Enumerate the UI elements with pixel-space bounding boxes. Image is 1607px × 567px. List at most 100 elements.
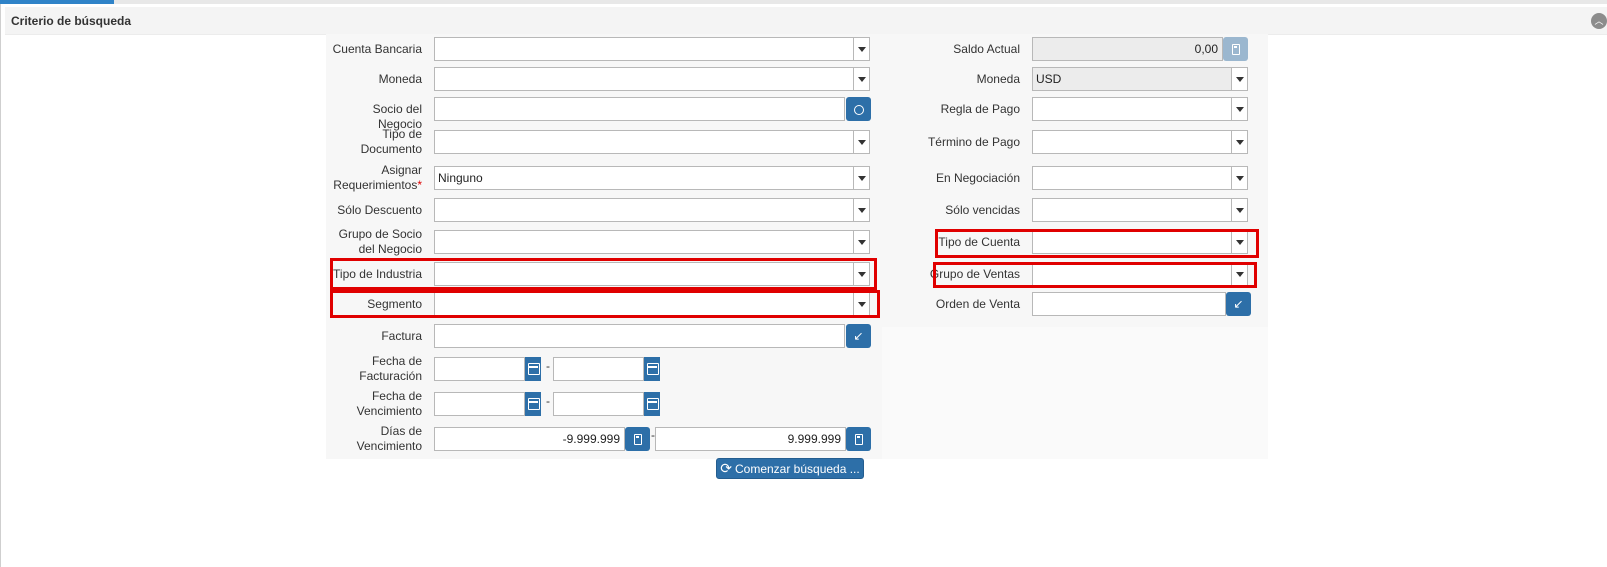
- tipo-cuenta-dropdown[interactable]: [1231, 230, 1248, 254]
- factura-lookup-button[interactable]: ↙: [846, 324, 871, 348]
- regla-pago-label: Regla de Pago: [940, 102, 1020, 116]
- segmento-label: Segmento: [367, 297, 422, 311]
- required-marker: *: [417, 178, 422, 192]
- solo-vencidas-dropdown[interactable]: [1231, 198, 1248, 222]
- form-right-empty-area: [882, 327, 1268, 459]
- fecha-facturacion-label-line1: Fecha de: [371, 354, 422, 368]
- panel-title: Criterio de búsqueda: [11, 14, 132, 28]
- asignar-requerimientos-label-line2: Requerimientos: [333, 178, 418, 192]
- grupo-ventas-label: Grupo de Ventas: [929, 267, 1020, 281]
- chevron-up-icon[interactable]: ︿: [1591, 13, 1607, 29]
- orden-venta-label: Orden de Venta: [935, 297, 1020, 311]
- dias-vencimiento-from-field[interactable]: -9.999.999: [434, 427, 625, 451]
- solo-vencidas-field[interactable]: [1032, 198, 1232, 222]
- refresh-icon: ⟳: [720, 460, 732, 476]
- tipo-documento-field[interactable]: [434, 130, 854, 154]
- termino-pago-label: Término de Pago: [927, 135, 1020, 149]
- calendar-icon[interactable]: [525, 357, 541, 381]
- calculator-icon: [633, 434, 642, 446]
- calculator-icon: [854, 434, 863, 446]
- termino-pago-field[interactable]: [1032, 130, 1232, 154]
- cuenta-bancaria-field[interactable]: [434, 37, 854, 61]
- asignar-requerimientos-label: Asignar Requerimientos*: [326, 163, 422, 193]
- tipo-industria-label: Tipo de Industria: [333, 267, 422, 281]
- start-search-button[interactable]: ⟳ Comenzar búsqueda ...: [716, 458, 864, 479]
- moneda-dropdown[interactable]: [853, 67, 870, 91]
- tipo-documento-label-line2: Documento: [360, 142, 422, 156]
- calendar-icon[interactable]: [644, 357, 660, 381]
- moneda-right-field[interactable]: USD: [1032, 67, 1232, 91]
- fecha-vencimiento-from-field[interactable]: [434, 392, 525, 416]
- asignar-requerimientos-field[interactable]: Ninguno: [434, 166, 854, 190]
- dias-vencimiento-to-calculator-button[interactable]: [846, 427, 871, 451]
- moneda-field[interactable]: [434, 67, 854, 91]
- solo-descuento-field[interactable]: [434, 198, 854, 222]
- termino-pago-dropdown[interactable]: [1231, 130, 1248, 154]
- search-criteria-header: Criterio de búsqueda ︿: [5, 7, 1607, 35]
- calculator-icon: [1231, 44, 1240, 56]
- tipo-documento-label: Tipo de Documento: [330, 127, 422, 157]
- fecha-vencimiento-label-line2: Vencimiento: [356, 404, 422, 418]
- segmento-dropdown[interactable]: [853, 292, 870, 316]
- cuenta-bancaria-label: Cuenta Bancaria: [332, 42, 422, 56]
- socio-negocio-search-button[interactable]: [846, 97, 871, 121]
- en-negociacion-field[interactable]: [1032, 166, 1232, 190]
- start-search-label: Comenzar búsqueda ...: [734, 462, 860, 476]
- dias-vencimiento-label: Días de Vencimiento: [330, 424, 422, 454]
- en-negociacion-dropdown[interactable]: [1231, 166, 1248, 190]
- grupo-socio-label-line1: Grupo de Socio: [338, 227, 422, 241]
- tipo-documento-label-line1: Tipo de: [382, 127, 422, 141]
- saldo-actual-label: Saldo Actual: [953, 42, 1020, 56]
- fecha-vencimiento-to-field[interactable]: [553, 392, 644, 416]
- dias-vencimiento-from-calculator-button[interactable]: [625, 427, 650, 451]
- moneda-label: Moneda: [378, 72, 422, 86]
- socio-negocio-field[interactable]: [434, 97, 845, 121]
- fecha-facturacion-to-field[interactable]: [553, 357, 644, 381]
- tipo-documento-dropdown[interactable]: [853, 130, 870, 154]
- dias-vencimiento-to-field[interactable]: 9.999.999: [655, 427, 846, 451]
- tipo-industria-field[interactable]: [434, 262, 854, 286]
- segmento-field[interactable]: [434, 292, 854, 316]
- window-left-border: [0, 4, 1, 567]
- grupo-socio-label: Grupo de Socio del Negocio: [330, 227, 422, 257]
- grupo-ventas-dropdown[interactable]: [1231, 262, 1248, 286]
- grupo-socio-dropdown[interactable]: [853, 230, 870, 254]
- fecha-vencimiento-label-line1: Fecha de: [371, 389, 422, 403]
- moneda-right-label: Moneda: [976, 72, 1020, 86]
- solo-descuento-dropdown[interactable]: [853, 198, 870, 222]
- solo-descuento-label: Sólo Descuento: [337, 203, 422, 217]
- regla-pago-field[interactable]: [1032, 97, 1232, 121]
- dias-vencimiento-label-line2: Vencimiento: [356, 439, 422, 453]
- user-icon: [853, 104, 864, 115]
- grupo-socio-field[interactable]: [434, 230, 854, 254]
- fecha-facturacion-from-field[interactable]: [434, 357, 525, 381]
- en-negociacion-label: En Negociación: [935, 171, 1020, 185]
- tipo-cuenta-field[interactable]: [1032, 230, 1232, 254]
- fecha-vencimiento-label: Fecha de Vencimiento: [330, 389, 422, 419]
- orden-venta-lookup-button[interactable]: ↙: [1226, 292, 1251, 316]
- solo-vencidas-label: Sólo vencidas: [945, 203, 1020, 217]
- saldo-actual-calculator-button: [1223, 37, 1248, 61]
- top-tab-strip: [0, 0, 1607, 4]
- asignar-requerimientos-dropdown[interactable]: [853, 166, 870, 190]
- cuenta-bancaria-dropdown[interactable]: [853, 37, 870, 61]
- tipo-industria-dropdown[interactable]: [853, 262, 870, 286]
- dias-vencimiento-label-line1: Días de: [380, 424, 422, 438]
- tipo-cuenta-label: Tipo de Cuenta: [938, 235, 1020, 249]
- range-separator: -: [546, 359, 550, 373]
- calendar-icon[interactable]: [644, 392, 660, 416]
- factura-field[interactable]: [434, 324, 845, 348]
- fecha-facturacion-label: Fecha de Facturación: [330, 354, 422, 384]
- saldo-actual-field: 0,00: [1032, 37, 1223, 61]
- wand-icon: ↙: [1233, 297, 1244, 311]
- regla-pago-dropdown[interactable]: [1231, 97, 1248, 121]
- fecha-facturacion-label-line2: Facturación: [359, 369, 422, 383]
- grupo-ventas-field[interactable]: [1032, 262, 1232, 286]
- orden-venta-field[interactable]: [1032, 292, 1226, 316]
- grupo-socio-label-line2: del Negocio: [358, 242, 422, 256]
- moneda-right-dropdown[interactable]: [1231, 67, 1248, 91]
- range-separator: -: [546, 394, 550, 408]
- calendar-icon[interactable]: [525, 392, 541, 416]
- asignar-requerimientos-label-line1: Asignar: [381, 163, 422, 177]
- active-tab-indicator: [0, 0, 114, 4]
